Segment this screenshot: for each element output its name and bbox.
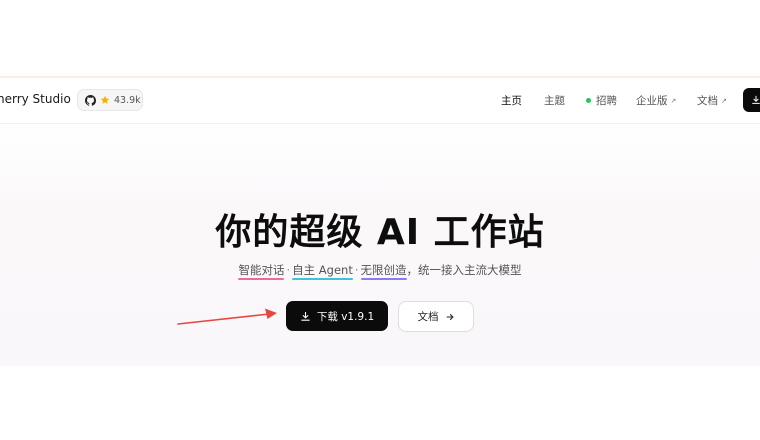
download-icon (752, 95, 760, 104)
nav-item-label: 文档 (697, 95, 718, 107)
subtitle-separator: · (354, 263, 359, 277)
annotation-arrow-icon (177, 308, 277, 325)
nav-item-home[interactable]: 主页 (501, 93, 522, 108)
nav-download-button[interactable] (743, 88, 760, 112)
star-icon (100, 95, 110, 104)
hero-subtitle: 智能对话 · 自主 Agent · 无限创造，统一接入主流大模型 (0, 262, 760, 280)
github-stars-button[interactable]: 43.9k (77, 89, 143, 111)
github-star-count: 43.9k (114, 94, 141, 106)
external-link-icon: ↗ (670, 96, 677, 105)
subtitle-highlight-create: 无限创造 (360, 263, 407, 280)
nav-item-label: 主页 (501, 95, 522, 107)
download-icon (301, 311, 310, 321)
docs-button[interactable]: 文档 (398, 301, 474, 332)
subtitle-tail: ，统一接入主流大模型 (406, 263, 522, 277)
subtitle-highlight-agent: 自主 Agent (292, 263, 353, 280)
nav-item-label: 招聘 (596, 95, 617, 107)
subtitle-separator: · (286, 263, 291, 277)
arrow-right-icon (446, 313, 453, 320)
download-button-label: 下载 v1.9.1 (316, 310, 375, 323)
status-dot (586, 98, 591, 103)
nav-item-label: 企业版 (636, 95, 668, 107)
nav-item-jobs[interactable]: 招聘 (586, 93, 617, 108)
navbar: herry Studio 43.9k 主页 主题 招聘 企业版 ↗ 文档 ↗ (0, 78, 760, 124)
nav-item-docs[interactable]: 文档 ↗ (697, 93, 727, 108)
external-link-icon: ↗ (721, 96, 727, 105)
brand-name[interactable]: herry Studio (0, 92, 71, 106)
nav-item-enterprise[interactable]: 企业版 ↗ (636, 93, 676, 108)
github-icon (85, 94, 96, 106)
nav-item-label: 主题 (544, 95, 565, 107)
top-blank-area (0, 0, 760, 76)
subtitle-highlight-chat: 智能对话 (238, 263, 285, 280)
docs-button-label: 文档 (417, 311, 439, 323)
nav-item-themes[interactable]: 主题 (544, 93, 565, 108)
download-button[interactable]: 下载 v1.9.1 (286, 301, 388, 331)
hero-title: 你的超级 AI 工作站 (215, 212, 545, 253)
